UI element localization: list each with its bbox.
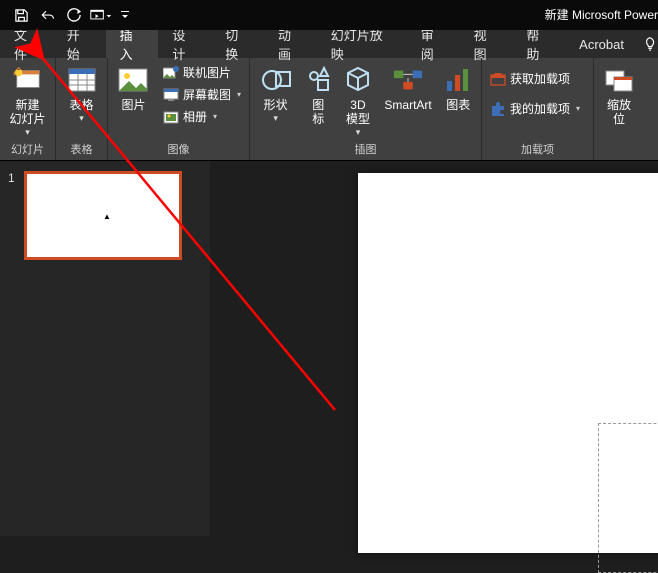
3d-models-label: 3D 模型 — [346, 98, 370, 126]
picture-icon — [117, 64, 149, 96]
photo-album-icon — [163, 109, 179, 125]
icons-button[interactable]: 图 标 — [301, 60, 335, 126]
chart-label: 图表 — [446, 98, 470, 112]
picture-label: 图片 — [121, 98, 145, 112]
redo-button[interactable] — [64, 2, 84, 28]
group-slides-label: 幻灯片 — [4, 139, 51, 160]
group-slides: 新建 幻灯片 ▾ 幻灯片 — [0, 58, 56, 160]
photo-album-label: 相册 — [183, 108, 207, 125]
zoom-label: 缩放 位 — [607, 98, 631, 126]
tab-design[interactable]: 设计 — [158, 30, 211, 58]
icons-icon — [302, 64, 334, 96]
undo-button[interactable] — [36, 2, 62, 28]
get-addins-button[interactable]: 获取加载项 — [486, 68, 584, 89]
smartart-label: SmartArt — [384, 98, 431, 112]
online-pictures-label: 联机图片 — [183, 64, 231, 81]
save-button[interactable] — [8, 2, 34, 28]
table-label: 表格 — [69, 98, 93, 112]
new-slide-icon — [12, 64, 44, 96]
thumbnail-mark: ▲ — [103, 212, 111, 221]
my-addins-button[interactable]: 我的加载项 ▾ — [486, 98, 584, 119]
tab-transitions[interactable]: 切换 — [211, 30, 264, 58]
group-illustrations: 形状 ▾ 图 标 3D 模型 ▾ SmartArt — [250, 58, 482, 160]
chevron-down-icon: ▾ — [79, 113, 84, 124]
slide-thumbnails-pane: 1 ▲ — [0, 161, 210, 536]
tell-me-button[interactable] — [644, 30, 658, 58]
slide-canvas[interactable] — [358, 173, 658, 553]
my-addins-label: 我的加载项 — [510, 100, 570, 117]
screenshot-button[interactable]: 屏幕截图 ▾ — [159, 84, 245, 105]
new-slide-label: 新建 幻灯片 — [9, 98, 45, 126]
qat-customize-button[interactable] — [118, 2, 132, 28]
thumbnail-number: 1 — [8, 171, 18, 260]
tab-animations[interactable]: 动画 — [264, 30, 317, 58]
group-tables: 表格 ▾ 表格 — [56, 58, 108, 160]
get-addins-label: 获取加载项 — [510, 70, 570, 87]
tab-insert[interactable]: 插入 — [106, 30, 159, 58]
start-from-beginning-button[interactable] — [86, 2, 116, 28]
tab-view[interactable]: 视图 — [460, 30, 513, 58]
chart-button[interactable]: 图表 — [439, 60, 477, 112]
group-zoom: 缩放 位 — [594, 58, 644, 160]
icons-label: 图 标 — [312, 98, 324, 126]
chevron-down-icon: ▾ — [237, 90, 241, 99]
table-icon — [66, 64, 98, 96]
group-illustrations-label: 插图 — [254, 139, 477, 160]
group-images: 图片 联机图片 屏幕截图 ▾ 相册 ▾ 图像 — [108, 58, 250, 160]
content-placeholder[interactable] — [598, 423, 658, 573]
group-addins-label: 加载项 — [486, 139, 589, 160]
zoom-icon — [603, 64, 635, 96]
chart-icon — [442, 64, 474, 96]
smartart-button[interactable]: SmartArt — [381, 60, 436, 112]
workspace: 1 ▲ — [0, 161, 658, 536]
app-title: 新建 Microsoft Power — [545, 0, 658, 30]
smartart-icon — [392, 64, 424, 96]
tab-home[interactable]: 开始 — [53, 30, 106, 58]
tab-help[interactable]: 帮助 — [512, 30, 565, 58]
shapes-button[interactable]: 形状 ▾ — [254, 60, 297, 124]
slide-edit-area[interactable] — [210, 161, 658, 536]
tab-slideshow[interactable]: 幻灯片放映 — [317, 30, 407, 58]
chevron-down-icon: ▾ — [25, 127, 30, 138]
screenshot-icon — [163, 87, 179, 103]
puzzle-icon — [490, 101, 506, 117]
tab-review[interactable]: 审阅 — [407, 30, 460, 58]
group-tables-label: 表格 — [60, 139, 103, 160]
chevron-down-icon: ▾ — [273, 113, 278, 124]
group-images-label: 图像 — [112, 139, 245, 160]
tab-file[interactable]: 文件 — [0, 30, 53, 58]
shapes-icon — [260, 64, 292, 96]
screenshot-label: 屏幕截图 — [183, 86, 231, 103]
store-icon — [490, 71, 506, 87]
online-pictures-icon — [163, 65, 179, 81]
3d-models-button[interactable]: 3D 模型 ▾ — [339, 60, 377, 138]
quick-access-toolbar — [0, 2, 132, 28]
chevron-down-icon: ▾ — [213, 112, 217, 121]
zoom-button[interactable]: 缩放 位 — [598, 60, 640, 126]
title-bar: 新建 Microsoft Power — [0, 0, 658, 30]
photo-album-button[interactable]: 相册 ▾ — [159, 106, 245, 127]
table-button[interactable]: 表格 ▾ — [60, 60, 103, 124]
chevron-down-icon: ▾ — [356, 127, 361, 138]
tab-acrobat[interactable]: Acrobat — [565, 30, 638, 58]
slide-thumbnail-1[interactable]: 1 ▲ — [8, 171, 202, 260]
picture-button[interactable]: 图片 — [112, 60, 155, 112]
ribbon: 新建 幻灯片 ▾ 幻灯片 表格 ▾ 表格 图片 — [0, 58, 658, 161]
shapes-label: 形状 — [264, 98, 288, 112]
ribbon-tabs: 文件 开始 插入 设计 切换 动画 幻灯片放映 审阅 视图 帮助 Acrobat — [0, 30, 658, 58]
new-slide-button[interactable]: 新建 幻灯片 ▾ — [4, 60, 51, 138]
chevron-down-icon: ▾ — [576, 104, 580, 113]
cube-icon — [342, 64, 374, 96]
group-addins: 获取加载项 我的加载项 ▾ 加载项 — [482, 58, 594, 160]
online-pictures-button[interactable]: 联机图片 — [159, 62, 245, 83]
thumbnail-preview: ▲ — [24, 171, 182, 260]
